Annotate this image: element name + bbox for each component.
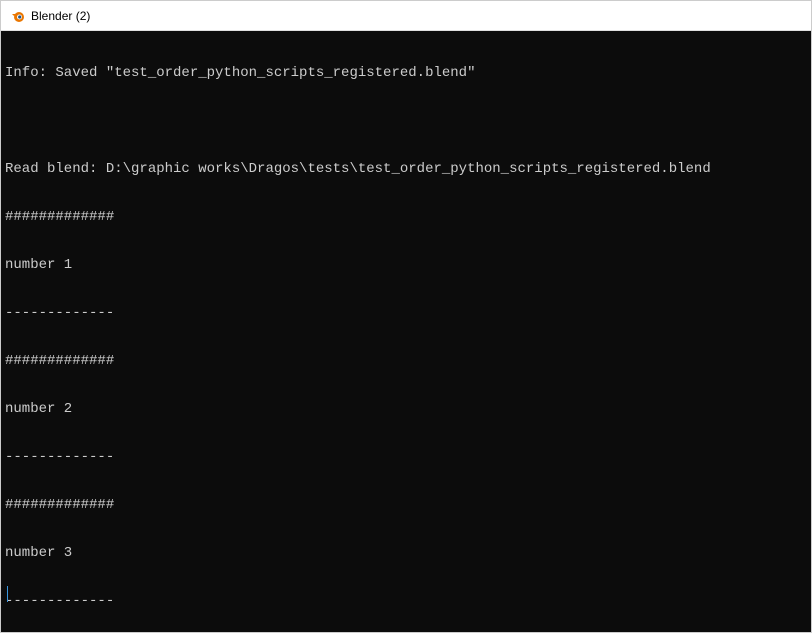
titlebar[interactable]: Blender (2) (1, 1, 811, 31)
console-line: ------------- (5, 449, 807, 465)
console-line: ############# (5, 497, 807, 513)
console-line: ############# (5, 209, 807, 225)
console-line (5, 113, 807, 129)
console-line: Read blend: D:\graphic works\Dragos\test… (5, 161, 807, 177)
window-title: Blender (2) (31, 9, 90, 23)
text-cursor (7, 586, 8, 602)
console-line: number 1 (5, 257, 807, 273)
console-line: ------------- (5, 305, 807, 321)
console-output[interactable]: Info: Saved "test_order_python_scripts_r… (1, 31, 811, 632)
console-line: ############# (5, 353, 807, 369)
blender-icon (9, 8, 25, 24)
console-line: number 2 (5, 401, 807, 417)
console-line: Info: Saved "test_order_python_scripts_r… (5, 65, 807, 81)
console-line: ------------- (5, 593, 807, 609)
console-line: number 3 (5, 545, 807, 561)
window: Blender (2) Info: Saved "test_order_pyth… (0, 0, 812, 633)
